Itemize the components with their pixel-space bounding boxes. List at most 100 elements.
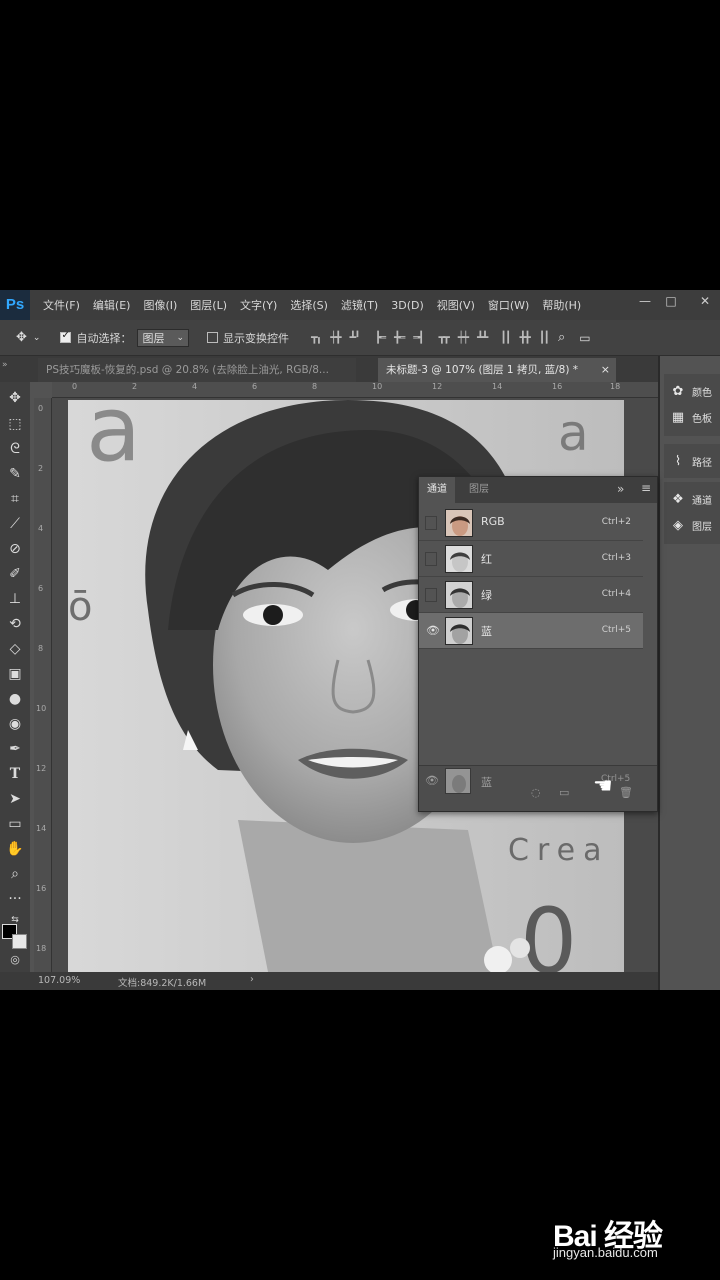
align-bottom-icon[interactable]: ┻╹ bbox=[350, 331, 361, 344]
menu-layer[interactable]: 图层(L) bbox=[190, 297, 227, 313]
channel-row-green[interactable]: 绿 Ctrl+4 bbox=[419, 577, 643, 613]
menu-image[interactable]: 图像(I) bbox=[143, 297, 177, 313]
auto-select-checkbox[interactable] bbox=[60, 330, 72, 343]
distribute-left-icon[interactable]: ┃┃ bbox=[500, 331, 511, 344]
crop-tool-icon[interactable]: ⌗ bbox=[3, 489, 27, 509]
dodge-tool-icon[interactable]: ◉ bbox=[3, 714, 27, 734]
load-selection-icon[interactable]: ◌ bbox=[531, 786, 541, 799]
healing-brush-icon[interactable]: ⊘ bbox=[3, 539, 27, 559]
svg-text:ō: ō bbox=[68, 584, 92, 630]
distribute-vcenter-icon[interactable]: ┿┿ bbox=[458, 331, 469, 344]
visibility-toggle[interactable] bbox=[425, 516, 437, 530]
dock-paths[interactable]: ⌇ 路径 bbox=[670, 448, 712, 474]
tab-document-1[interactable]: PS技巧魔板-恢复的.psd @ 20.8% (去除脸上油光, RGB/8... bbox=[38, 358, 356, 382]
menu-view[interactable]: 视图(V) bbox=[437, 297, 475, 313]
tab-channels[interactable]: 通道 bbox=[419, 477, 455, 503]
distribute-top-icon[interactable]: ┳┳ bbox=[439, 331, 450, 344]
tab-layers[interactable]: 图层 bbox=[461, 477, 497, 503]
marquee-tool-icon[interactable]: ⬚ bbox=[3, 414, 27, 434]
menu-filter[interactable]: 滤镜(T) bbox=[341, 297, 378, 313]
ruler-label: 2 bbox=[132, 382, 138, 391]
align-top-icon[interactable]: ┳╻ bbox=[311, 331, 322, 344]
stamp-tool-icon[interactable]: ⊥ bbox=[3, 589, 27, 609]
ruler-label: 0 bbox=[38, 404, 44, 413]
collapse-icon[interactable]: » bbox=[617, 482, 624, 496]
align-right-icon[interactable]: ═┫ bbox=[413, 331, 424, 344]
show-transform-checkbox[interactable] bbox=[207, 332, 218, 343]
dock-channels[interactable]: ❖ 通道 bbox=[670, 486, 712, 512]
menu-bar: Ps 文件(F) 编辑(E) 图像(I) 图层(L) 文字(Y) 选择(S) 滤… bbox=[0, 290, 720, 320]
eraser-tool-icon[interactable]: ◇ bbox=[3, 639, 27, 659]
dock-color[interactable]: ✿ 颜色 bbox=[670, 378, 712, 404]
dock-layers[interactable]: ◈ 图层 bbox=[670, 512, 712, 538]
options-bar: ✥ ⌄ 自动选择： 图层 ⌄ 显示变换控件 ┳╻ ┿╋ ┻╹ ┣═ ╋═ ═┫ … bbox=[0, 320, 720, 356]
channel-row-blue[interactable]: 👁 蓝 Ctrl+5 bbox=[419, 613, 643, 649]
menu-file[interactable]: 文件(F) bbox=[43, 297, 80, 313]
quick-select-tool-icon[interactable]: ✎ bbox=[3, 464, 27, 484]
close-window-button[interactable]: ✕ bbox=[696, 294, 714, 308]
pen-tool-icon[interactable]: ✒ bbox=[3, 739, 27, 759]
hand-tool-icon[interactable]: ✋ bbox=[3, 839, 27, 859]
brush-tool-icon[interactable]: ✐ bbox=[3, 564, 27, 584]
layers-icon: ◈ bbox=[673, 517, 683, 533]
maximize-button[interactable]: □ bbox=[662, 294, 680, 308]
menu-type[interactable]: 文字(Y) bbox=[240, 297, 277, 313]
ruler-vertical[interactable]: 0 2 4 6 8 10 12 14 16 18 bbox=[34, 398, 52, 972]
channel-name: 红 bbox=[481, 553, 492, 566]
zoom-tool-icon[interactable]: ⌕ bbox=[3, 864, 27, 884]
ruler-label: 6 bbox=[38, 584, 44, 593]
type-tool-icon[interactable]: T bbox=[3, 764, 27, 784]
visibility-toggle[interactable] bbox=[425, 588, 437, 602]
menu-edit[interactable]: 编辑(E) bbox=[93, 297, 131, 313]
right-panel-dock: ✿ 颜色 ▦ 色板 ⌇ 路径 ❖ 通道 ◈ 图层 bbox=[658, 356, 720, 990]
menu-help[interactable]: 帮助(H) bbox=[542, 297, 581, 313]
close-icon[interactable]: × bbox=[601, 358, 610, 382]
channel-row-rgb[interactable]: RGB Ctrl+2 bbox=[419, 505, 643, 541]
menu-3d[interactable]: 3D(D) bbox=[391, 299, 424, 312]
ruler-horizontal[interactable]: 0 2 4 6 8 10 12 14 16 18 bbox=[52, 382, 658, 398]
menu-window[interactable]: 窗口(W) bbox=[488, 297, 529, 313]
path-select-icon[interactable]: ➤ bbox=[3, 789, 27, 809]
eyedropper-tool-icon[interactable]: ⟋ bbox=[3, 514, 27, 534]
workspace-icon[interactable]: ▭ bbox=[579, 331, 590, 345]
dock-swatches[interactable]: ▦ 色板 bbox=[670, 404, 712, 430]
align-vcenter-icon[interactable]: ┿╋ bbox=[330, 331, 341, 344]
quick-mask-icon[interactable]: ◎ bbox=[3, 950, 27, 970]
rectangle-tool-icon[interactable]: ▭ bbox=[3, 814, 27, 834]
distribute-bottom-icon[interactable]: ┻┻ bbox=[477, 331, 488, 344]
tabs-overflow-icon[interactable]: » bbox=[2, 360, 8, 370]
eye-icon[interactable]: 👁 bbox=[425, 624, 440, 638]
thumbnail-image bbox=[446, 769, 470, 793]
distribute-right-icon[interactable]: ┃┃ bbox=[539, 331, 550, 344]
ruler-label: 2 bbox=[38, 464, 44, 473]
history-brush-icon[interactable]: ⟲ bbox=[3, 614, 27, 634]
align-left-icon[interactable]: ┣═ bbox=[375, 331, 386, 344]
distribute-hcenter-icon[interactable]: ╋╋ bbox=[520, 331, 531, 344]
channels-panel: 通道 图层 » ≡ RGB Ctrl+2 红 Ctrl+3 绿 Ctrl+4 👁… bbox=[418, 476, 658, 812]
channel-shortcut: Ctrl+4 bbox=[601, 589, 631, 599]
channel-row-red[interactable]: 红 Ctrl+3 bbox=[419, 541, 643, 577]
align-hcenter-icon[interactable]: ╋═ bbox=[394, 331, 405, 344]
move-tool-icon[interactable]: ✥ bbox=[3, 388, 27, 408]
ruler-label: 14 bbox=[36, 824, 47, 833]
trash-icon[interactable]: 🗑 bbox=[619, 786, 633, 799]
save-selection-icon[interactable]: ▭ bbox=[559, 786, 569, 799]
chevron-down-icon[interactable]: ⌄ bbox=[33, 333, 41, 343]
visibility-toggle[interactable] bbox=[425, 552, 437, 566]
background-color-swatch[interactable] bbox=[12, 934, 27, 949]
more-tools-icon[interactable]: ··· bbox=[3, 889, 27, 909]
zoom-level[interactable]: 107.09% bbox=[38, 975, 80, 986]
lasso-tool-icon[interactable]: ᘓ bbox=[3, 439, 27, 459]
search-icon[interactable]: ⌕ bbox=[558, 330, 565, 345]
dock-group-color: ✿ 颜色 ▦ 色板 bbox=[664, 374, 720, 436]
gradient-tool-icon[interactable]: ▣ bbox=[3, 664, 27, 684]
panel-menu-icon[interactable]: ≡ bbox=[641, 481, 651, 495]
minimize-button[interactable]: — bbox=[636, 294, 654, 308]
dock-label: 颜色 bbox=[692, 387, 712, 399]
move-tool-icon[interactable]: ✥ bbox=[16, 330, 27, 345]
status-menu-arrow[interactable]: › bbox=[250, 974, 254, 985]
menu-select[interactable]: 选择(S) bbox=[290, 297, 328, 313]
blur-tool-icon[interactable]: ● bbox=[3, 689, 27, 709]
auto-select-dropdown[interactable]: 图层 ⌄ bbox=[137, 328, 189, 347]
tab-document-2[interactable]: 未标题-3 @ 107% (图层 1 拷贝, 蓝/8) * × bbox=[378, 358, 616, 382]
